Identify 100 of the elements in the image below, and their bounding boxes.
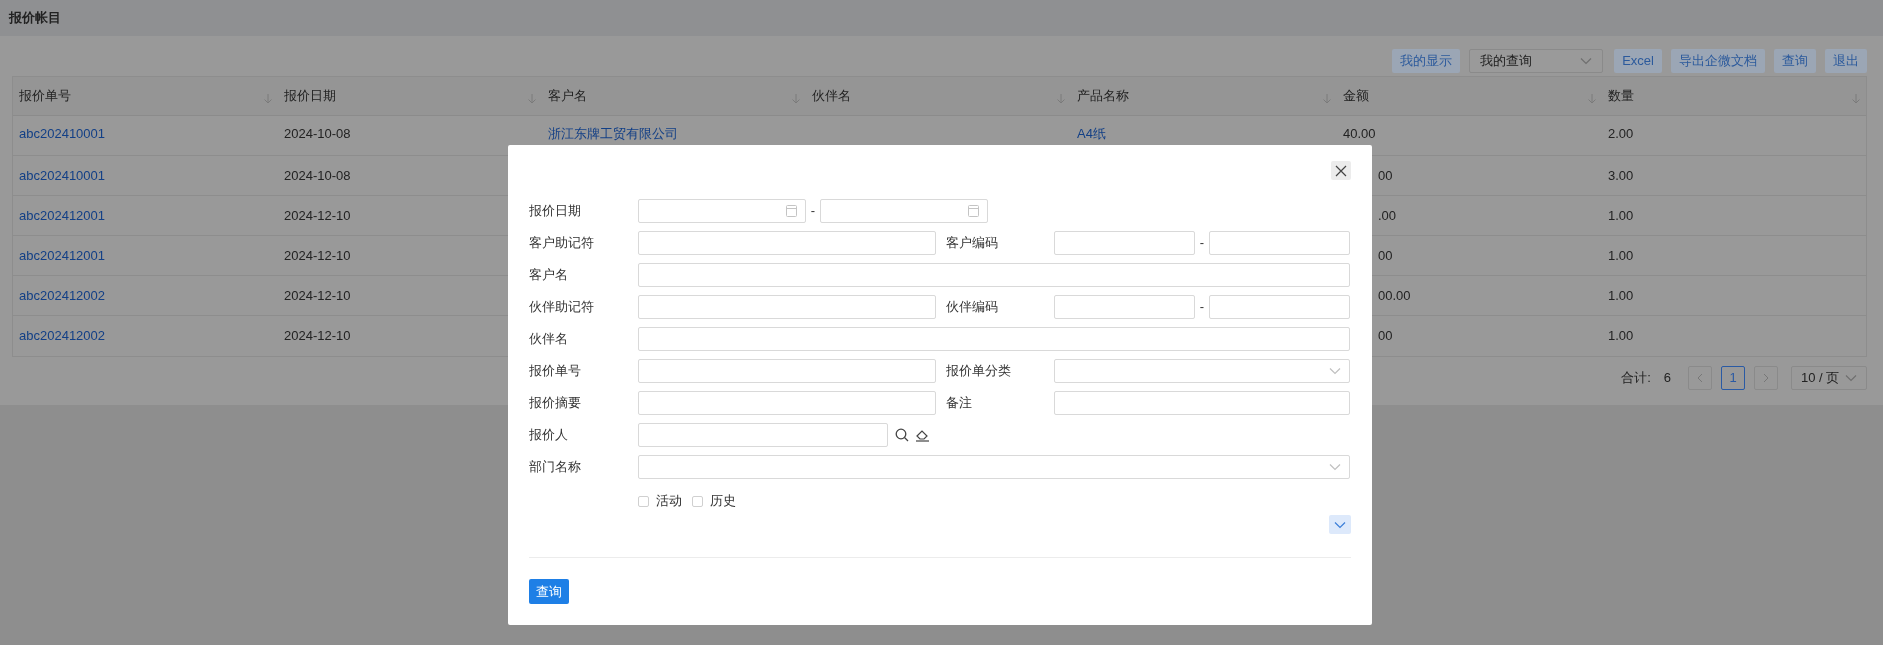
field-label: 伙伴助记符 xyxy=(529,298,594,317)
chevron-left-icon xyxy=(1697,373,1703,383)
code-field[interactable] xyxy=(1054,231,1195,255)
sort-arrow-icon xyxy=(1057,94,1065,104)
column-header[interactable]: 金额 xyxy=(1343,86,1369,106)
calendar-icon xyxy=(968,205,979,217)
page-title: 报价帐目 xyxy=(9,9,61,28)
sort-arrow-icon xyxy=(264,94,272,104)
field-label: 客户助记符 xyxy=(529,234,594,253)
chevron-down-icon xyxy=(1329,367,1341,375)
column-header[interactable]: 数量 xyxy=(1608,86,1634,106)
table-cell-text: 1.00 xyxy=(1608,327,1634,346)
range-dash: - xyxy=(1198,298,1206,317)
search-icon xyxy=(895,428,909,442)
range-dash: - xyxy=(1198,234,1206,253)
sort-arrow-icon xyxy=(1588,94,1596,104)
toolbar-button[interactable]: 退出 xyxy=(1825,49,1867,73)
text-field[interactable] xyxy=(638,295,936,319)
table-cell-text: 00 xyxy=(1378,327,1393,346)
field-label: 报价单分类 xyxy=(946,362,1011,381)
search-button[interactable] xyxy=(894,427,910,443)
column-header[interactable]: 客户名 xyxy=(548,86,587,106)
sort-arrow-icon xyxy=(792,94,800,104)
text-field[interactable] xyxy=(638,391,936,415)
total-label: 合计: xyxy=(1621,369,1651,388)
chevron-right-icon xyxy=(1763,373,1769,383)
sort-arrow-icon xyxy=(1323,94,1331,104)
checkbox[interactable]: 历史 xyxy=(692,491,736,511)
table-link[interactable]: abc202410001 xyxy=(19,124,106,144)
field-label: 备注 xyxy=(946,394,972,413)
toolbar-button[interactable]: 导出企微文档 xyxy=(1671,49,1765,73)
field-label: 报价单号 xyxy=(529,362,581,381)
close-icon xyxy=(1335,164,1347,177)
chevron-down-icon xyxy=(1329,463,1341,471)
table-cell-text: 40.00 xyxy=(1343,125,1376,144)
column-header[interactable]: 报价单号 xyxy=(19,86,71,106)
text-field[interactable] xyxy=(1054,391,1350,415)
table-link[interactable]: abc202410001 xyxy=(19,165,106,186)
table-link[interactable]: abc202412001 xyxy=(19,245,106,266)
table-cell-text: 00.00 xyxy=(1378,286,1411,305)
text-field[interactable] xyxy=(638,263,1350,287)
field-label: 伙伴名 xyxy=(529,330,568,349)
code-field[interactable] xyxy=(1209,231,1350,255)
table-cell-text: 2024-12-10 xyxy=(284,286,351,305)
next-page-button[interactable] xyxy=(1754,366,1778,390)
table-link[interactable]: abc202412002 xyxy=(19,285,106,306)
toolbar-button[interactable]: Excel xyxy=(1614,49,1662,73)
eraser-icon xyxy=(914,428,930,442)
column-header[interactable]: 伙伴名 xyxy=(812,86,851,106)
sort-arrow-icon xyxy=(528,94,536,104)
dropdown-field[interactable] xyxy=(638,455,1350,479)
chevron-down-icon xyxy=(1845,374,1857,382)
expand-button[interactable] xyxy=(1329,515,1351,534)
table-cell-text: 2024-12-10 xyxy=(284,327,351,346)
toolbar-button[interactable]: 我的显示 xyxy=(1392,49,1461,73)
table-link[interactable]: abc202412002 xyxy=(19,326,106,346)
table-cell-text: 00 xyxy=(1378,246,1393,265)
table-cell-text: 2024-12-10 xyxy=(284,206,351,225)
table-cell-text: 2024-12-10 xyxy=(284,246,351,265)
table-link[interactable]: 浙江东牌工贸有限公司 xyxy=(548,124,678,144)
toolbar-button[interactable]: 查询 xyxy=(1774,49,1816,73)
chevron-down-icon xyxy=(1580,57,1593,65)
table-cell-text: 2024-10-08 xyxy=(284,125,351,144)
field-label: 伙伴编码 xyxy=(946,298,998,317)
field-label: 报价日期 xyxy=(529,202,581,221)
field-label: 客户名 xyxy=(529,266,568,285)
text-field[interactable] xyxy=(638,231,936,255)
text-field[interactable] xyxy=(638,423,888,447)
total-count: 6 xyxy=(1663,369,1671,388)
table-link[interactable]: A4纸 xyxy=(1077,124,1106,144)
chevron-down-icon xyxy=(1334,520,1346,529)
table-cell-text: 1.00 xyxy=(1608,286,1634,305)
page-button[interactable]: 1 xyxy=(1721,366,1745,390)
table-cell-text: 1.00 xyxy=(1608,206,1634,225)
table-cell-text: 3.00 xyxy=(1608,166,1634,185)
query-select[interactable]: 我的查询 xyxy=(1469,49,1604,73)
calendar-icon xyxy=(786,205,797,217)
text-field[interactable] xyxy=(638,327,1350,351)
page-size-select[interactable]: 10 / 页 xyxy=(1791,366,1867,390)
previous-page-button[interactable] xyxy=(1688,366,1712,390)
dropdown-field[interactable] xyxy=(1054,359,1350,383)
date-field[interactable] xyxy=(820,199,988,223)
table-cell-text: .00 xyxy=(1378,206,1397,225)
column-header[interactable]: 产品名称 xyxy=(1077,86,1129,106)
table-link[interactable]: abc202412001 xyxy=(19,205,106,226)
table-cell-text: 2024-10-08 xyxy=(284,166,351,185)
text-field[interactable] xyxy=(638,359,936,383)
field-label: 部门名称 xyxy=(529,458,581,477)
code-field[interactable] xyxy=(1054,295,1195,319)
code-field[interactable] xyxy=(1209,295,1350,319)
field-label: 客户编码 xyxy=(946,234,998,253)
checkbox[interactable]: 活动 xyxy=(638,491,682,511)
date-field[interactable] xyxy=(638,199,806,223)
query-button[interactable]: 查询 xyxy=(529,579,569,604)
sort-arrow-icon xyxy=(1852,94,1860,104)
field-label: 报价摘要 xyxy=(529,394,581,413)
range-dash: - xyxy=(809,202,817,221)
close-button[interactable] xyxy=(1331,161,1351,180)
table-cell-text: 00 xyxy=(1378,166,1393,185)
column-header[interactable]: 报价日期 xyxy=(284,86,336,106)
